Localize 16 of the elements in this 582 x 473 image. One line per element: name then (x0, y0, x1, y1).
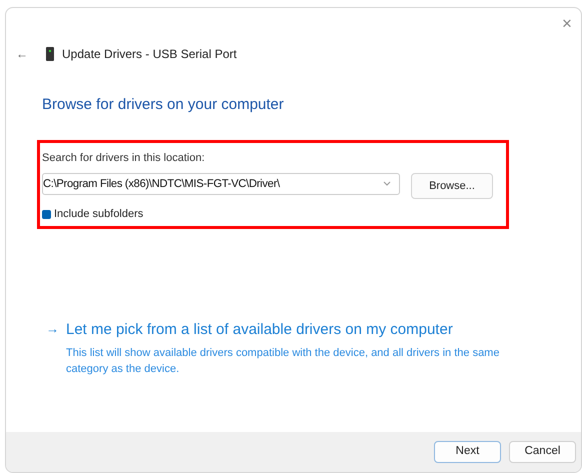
close-button[interactable]: × (558, 14, 576, 34)
browse-button[interactable]: Browse... (411, 173, 493, 199)
location-label: Search for drivers in this location: (42, 150, 206, 166)
checkbox-label: Include subfolders (54, 207, 144, 222)
next-button[interactable]: Next (434, 441, 501, 463)
dialog-title: Update Drivers - USB Serial Port (62, 46, 237, 63)
cancel-button[interactable]: Cancel (509, 441, 576, 463)
checkbox[interactable] (42, 210, 51, 219)
location-combo[interactable]: C:\Program Files (x86)\NDTC\MIS-FGT-VC\Driver\ (42, 173, 400, 195)
pick-description: This list will show available drivers compatible with the device, and all drivers in the same category as the device. (66, 346, 500, 377)
back-button[interactable]: ← (16, 45, 46, 63)
arrow-icon: → (46, 318, 66, 377)
dropdown-icon (383, 181, 391, 187)
page-heading: Browse for drivers on your computer (42, 95, 285, 115)
device-icon (46, 47, 54, 61)
pick-list-link[interactable]: Let me pick from a list of available drivers on my computer (66, 318, 516, 341)
